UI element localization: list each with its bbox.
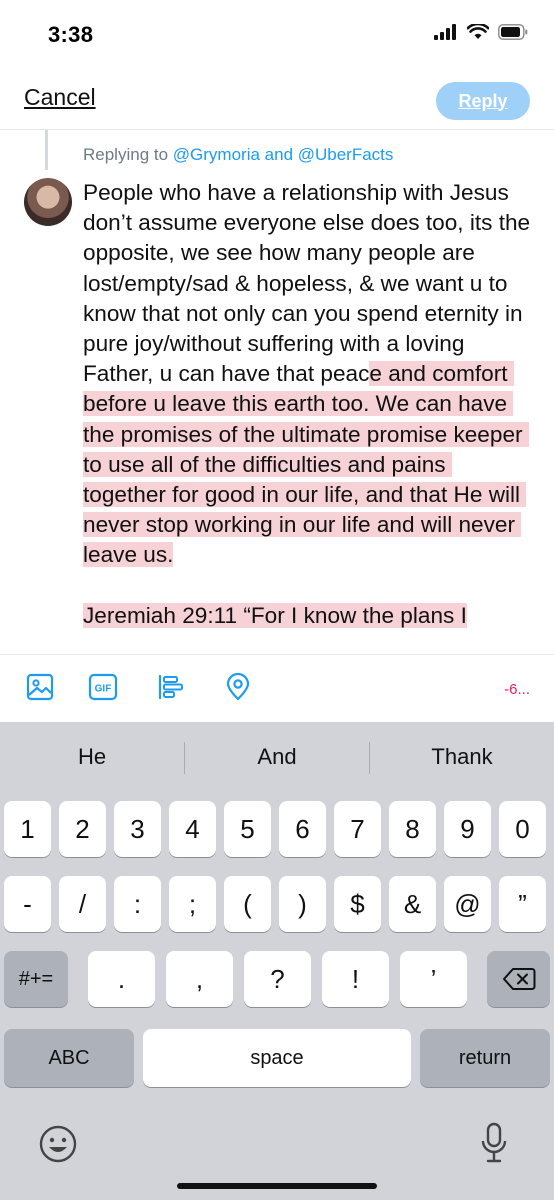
key-1[interactable]: 1 [4, 801, 51, 857]
compose-header: Cancel Reply [0, 70, 554, 130]
key-hyphen[interactable]: - [4, 876, 51, 932]
key-close-paren[interactable]: ) [279, 876, 326, 932]
key-open-paren[interactable]: ( [224, 876, 271, 932]
key-4[interactable]: 4 [169, 801, 216, 857]
key-5[interactable]: 5 [224, 801, 271, 857]
key-comma[interactable]: , [166, 951, 233, 1007]
compose-toolbar: GIF -6... [0, 654, 554, 722]
replying-to-label[interactable]: Replying to @Grymoria and @UberFacts [83, 145, 393, 165]
emoji-icon[interactable] [38, 1124, 78, 1169]
keyboard: He And Thank 1 2 3 4 5 6 7 8 9 0 - / : ;… [0, 722, 554, 1200]
key-delete[interactable] [487, 951, 550, 1007]
key-8[interactable]: 8 [389, 801, 436, 857]
key-question[interactable]: ? [244, 951, 311, 1007]
replying-handles[interactable]: @Grymoria and @UberFacts [173, 145, 394, 164]
key-symbols-toggle[interactable]: #+= [4, 951, 68, 1007]
gif-label: GIF [95, 684, 112, 695]
microphone-icon[interactable] [480, 1122, 508, 1171]
status-bar: 3:38 [0, 0, 554, 70]
key-3[interactable]: 3 [114, 801, 161, 857]
image-icon[interactable] [26, 673, 54, 706]
suggestion-1[interactable]: He [0, 744, 184, 770]
key-at[interactable]: @ [444, 876, 491, 932]
key-6[interactable]: 6 [279, 801, 326, 857]
cellular-signal-icon [434, 24, 456, 40]
delete-icon [502, 968, 535, 990]
compose-text[interactable]: People who have a relationship with Jesu… [83, 178, 533, 631]
key-apostrophe[interactable]: ’ [400, 951, 467, 1007]
reply-button[interactable]: Reply [436, 82, 530, 120]
suggestion-2[interactable]: And [185, 744, 369, 770]
status-time: 3:38 [48, 22, 94, 47]
key-exclamation[interactable]: ! [322, 951, 389, 1007]
cancel-button[interactable]: Cancel [24, 84, 96, 111]
key-colon[interactable]: : [114, 876, 161, 932]
home-indicator [177, 1183, 377, 1189]
key-slash[interactable]: / [59, 876, 106, 932]
location-icon[interactable] [224, 672, 252, 706]
key-2[interactable]: 2 [59, 801, 106, 857]
suggestion-3[interactable]: Thank [370, 744, 554, 770]
key-0[interactable]: 0 [499, 801, 546, 857]
character-count: -6... [504, 681, 530, 698]
avatar [24, 178, 72, 226]
key-space[interactable]: space [143, 1029, 411, 1087]
key-abc[interactable]: ABC [4, 1029, 134, 1087]
key-semicolon[interactable]: ; [169, 876, 216, 932]
poll-icon[interactable] [157, 673, 185, 706]
status-icons [434, 24, 528, 40]
key-quote[interactable]: ” [499, 876, 546, 932]
key-return[interactable]: return [420, 1029, 550, 1087]
key-dollar[interactable]: $ [334, 876, 381, 932]
key-9[interactable]: 9 [444, 801, 491, 857]
gif-icon[interactable]: GIF [88, 673, 118, 706]
key-ampersand[interactable]: & [389, 876, 436, 932]
battery-icon [498, 24, 528, 40]
key-7[interactable]: 7 [334, 801, 381, 857]
compose-textarea[interactable]: People who have a relationship with Jesu… [83, 178, 533, 654]
compose-text-over-limit: e and comfort before u leave this earth … [83, 361, 529, 628]
thread-line [45, 130, 48, 170]
replying-prefix: Replying to [83, 145, 173, 164]
compose-text-within-limit: People who have a relationship with Jesu… [83, 180, 531, 387]
key-period[interactable]: . [88, 951, 155, 1007]
wifi-icon [467, 24, 489, 39]
predictive-bar: He And Thank [0, 722, 554, 794]
